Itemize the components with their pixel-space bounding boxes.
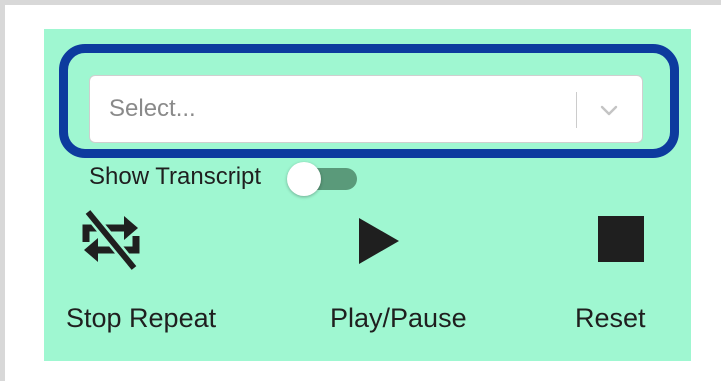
select-placeholder: Select... xyxy=(109,95,196,122)
select-dropdown[interactable]: Select... xyxy=(89,75,643,143)
toggle-knob xyxy=(287,162,321,196)
reset-label[interactable]: Reset xyxy=(575,298,646,338)
select-separator xyxy=(576,92,577,128)
frame-border-left xyxy=(0,0,5,381)
repeat-off-icon[interactable] xyxy=(78,206,144,272)
play-icon[interactable] xyxy=(357,216,401,266)
show-transcript-toggle[interactable] xyxy=(287,160,359,198)
play-pause-label[interactable]: Play/Pause xyxy=(330,298,467,338)
chevron-down-icon[interactable] xyxy=(598,99,620,121)
stop-icon[interactable] xyxy=(598,216,644,262)
frame-border-top xyxy=(0,0,721,5)
show-transcript-label: Show Transcript xyxy=(89,163,262,190)
stop-repeat-label[interactable]: Stop Repeat xyxy=(66,298,216,338)
